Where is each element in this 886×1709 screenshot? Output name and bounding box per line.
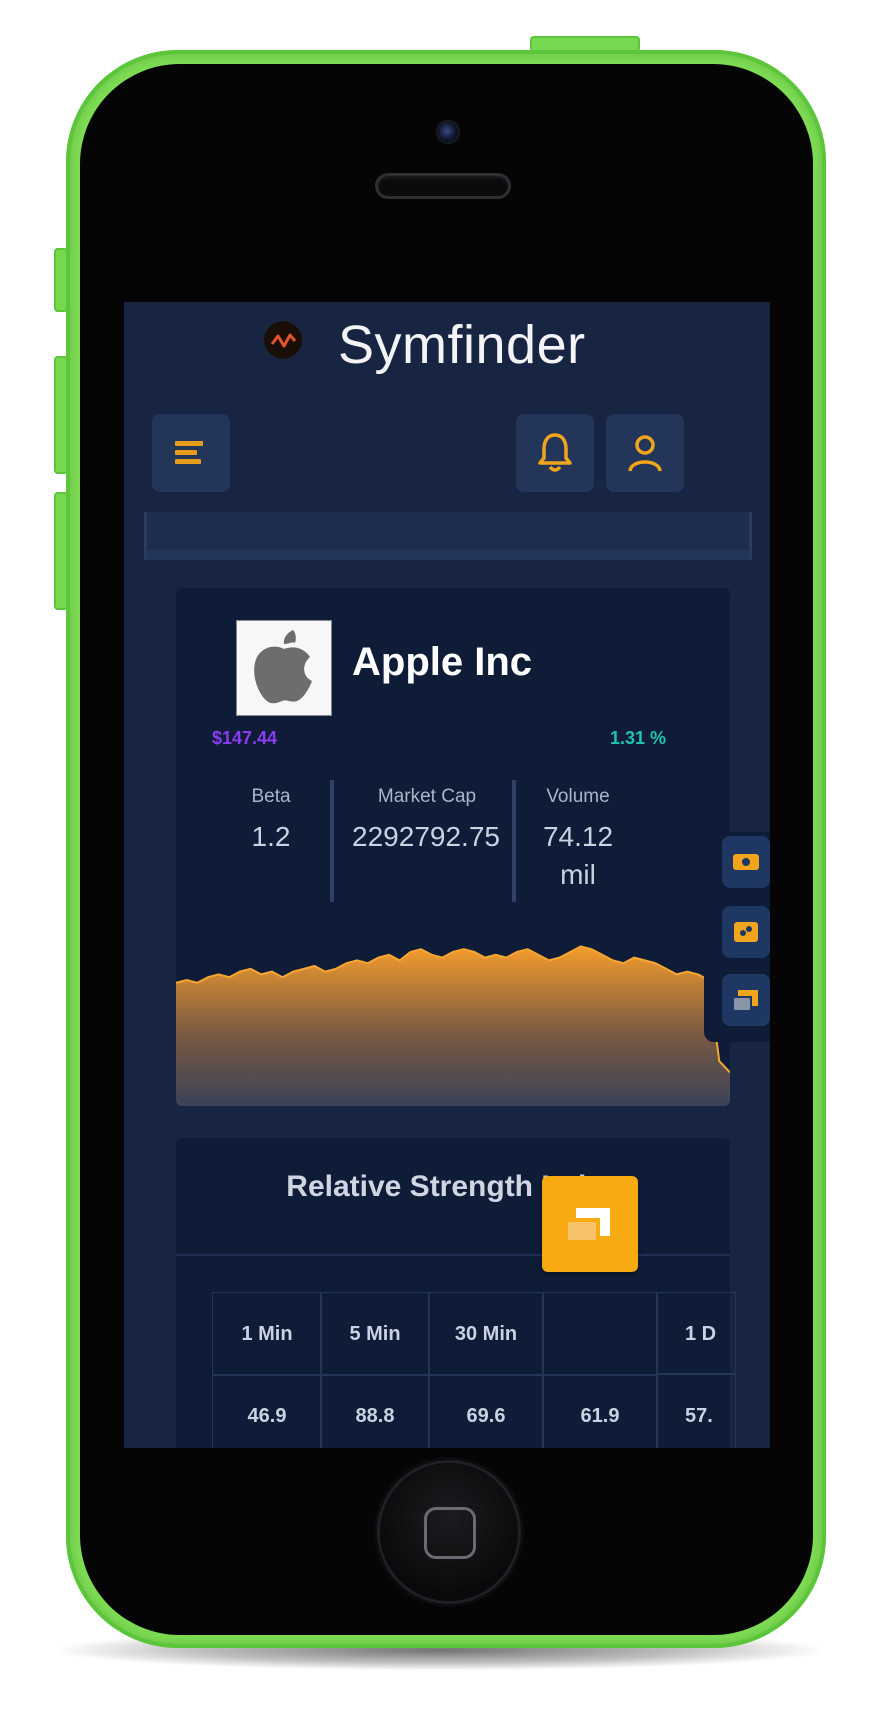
phone-power-button — [530, 36, 640, 52]
profile-button[interactable] — [606, 414, 684, 492]
company-name: Apple Inc — [352, 640, 533, 684]
rsi-header-1d: 1 D — [656, 1292, 736, 1374]
phone-volume-up — [54, 356, 68, 474]
price-area-chart — [176, 945, 730, 1106]
side-tool-screen[interactable] — [722, 974, 770, 1026]
home-button — [380, 1463, 518, 1601]
rsi-title: Relative Strength Index — [286, 1170, 620, 1203]
symfinder-logo-icon — [264, 321, 302, 359]
rsi-value-hidden: 61.9 — [542, 1374, 658, 1448]
screen-icon — [734, 990, 758, 1010]
eye-icon — [733, 854, 759, 870]
home-square-icon — [424, 1507, 476, 1559]
menu-icon — [175, 441, 203, 464]
side-tool-link[interactable] — [722, 906, 770, 958]
rsi-card: Relative Strength Index 1 Min 5 Min 30 M… — [176, 1138, 736, 1448]
stat-value-beta: 1.2 — [251, 821, 291, 852]
rsi-header-hidden — [542, 1292, 658, 1376]
screen-icon — [568, 1208, 610, 1240]
speaker-grille — [378, 176, 508, 196]
notifications-button[interactable] — [516, 414, 594, 492]
menu-button[interactable] — [152, 414, 230, 492]
user-icon — [628, 435, 662, 472]
rsi-value-1d: 57. — [656, 1374, 736, 1448]
link-icon — [734, 922, 758, 942]
stat-label-beta: Beta — [251, 786, 291, 807]
stat-divider — [512, 780, 516, 902]
camera-icon — [438, 122, 458, 142]
side-tool-eye[interactable] — [722, 836, 770, 888]
rsi-value-5min: 88.8 — [320, 1374, 430, 1448]
rsi-value-1min: 46.9 — [212, 1374, 322, 1448]
stat-label-volume: Volume — [546, 786, 610, 807]
stock-price: $147.44 — [212, 728, 278, 748]
app-header: Symfinder — [124, 302, 770, 392]
stock-card: Apple Inc $147.44 1.31 % Beta 1.2 Market… — [176, 588, 730, 1106]
side-toolbar — [704, 832, 770, 1042]
stat-divider — [330, 780, 334, 902]
stat-label-market-cap: Market Cap — [377, 786, 477, 807]
price-change: 1.31 % — [610, 728, 667, 748]
stat-value-market-cap: 2292792.75 — [352, 821, 500, 852]
collapsed-panel — [144, 512, 752, 560]
stat-value-volume: 74.12 mil — [542, 821, 614, 890]
phone-volume-down — [54, 492, 68, 610]
app-screen: Symfinder Apple Inc $147.44 1.31 % Beta … — [124, 302, 770, 1448]
apple-logo-icon — [236, 620, 332, 716]
phone-mute-switch — [54, 248, 68, 312]
rsi-header-30min: 30 Min — [428, 1292, 544, 1376]
app-title: Symfinder — [338, 315, 586, 375]
rsi-value-30min: 69.6 — [428, 1374, 544, 1448]
rsi-divider — [176, 1254, 730, 1256]
rsi-header-1min: 1 Min — [212, 1292, 322, 1376]
price-area — [176, 946, 730, 1106]
bell-icon — [538, 433, 572, 472]
floating-action-button[interactable] — [542, 1176, 638, 1272]
rsi-header-5min: 5 Min — [320, 1292, 430, 1376]
